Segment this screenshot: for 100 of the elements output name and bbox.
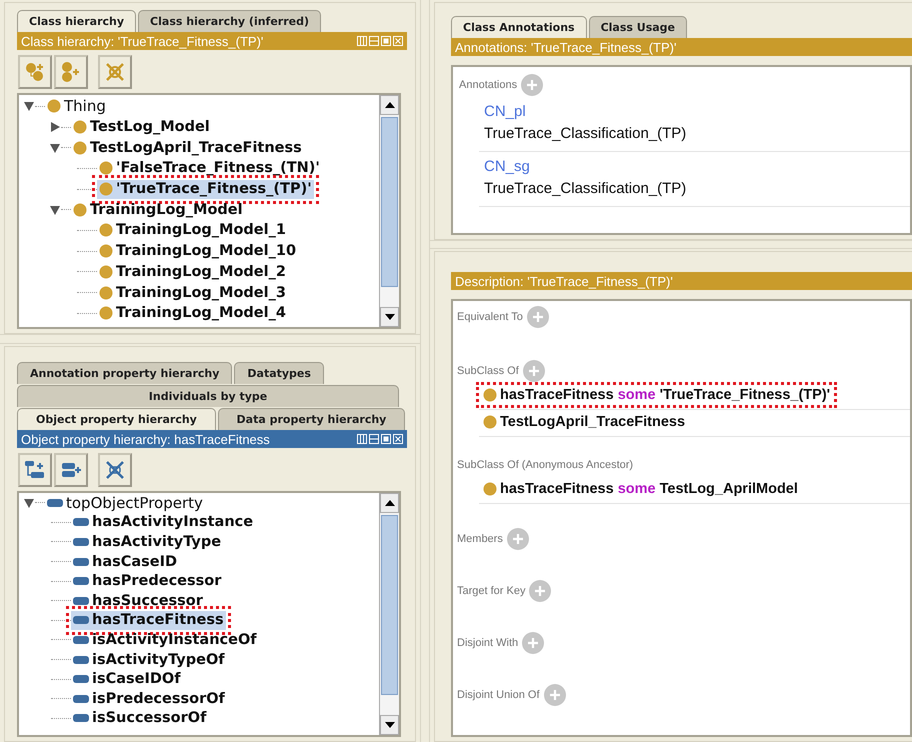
tree-item[interactable]: hasActivityInstance xyxy=(71,512,256,532)
class-icon xyxy=(99,161,113,176)
class-icon xyxy=(99,223,113,238)
axiom-row[interactable]: hasTraceFitness some 'TrueTrace_Fitness_(TP)' xyxy=(476,382,838,408)
scroll-down-button[interactable] xyxy=(380,307,399,327)
add-button[interactable] xyxy=(522,360,545,382)
tree-item[interactable]: hasTraceFitness xyxy=(71,610,226,630)
tab[interactable]: Data property hierarchy xyxy=(218,408,405,430)
scroll-thumb[interactable] xyxy=(381,117,398,287)
tree-item[interactable]: isCaseIDOf xyxy=(71,670,183,689)
tree-item[interactable]: TrainingLog_Model_1 xyxy=(97,220,288,240)
property-icon xyxy=(73,634,89,645)
section-label: SubClass Of (Anonymous Ancestor) xyxy=(457,459,634,471)
section-label: Annotations xyxy=(459,79,518,91)
collapse-icon[interactable] xyxy=(49,204,61,216)
tree-item[interactable]: topObjectProperty xyxy=(45,493,205,512)
add-button[interactable] xyxy=(522,632,544,654)
tree-item[interactable]: TrainingLog_Model xyxy=(71,200,245,220)
tree-item[interactable]: hasCaseID xyxy=(71,552,180,572)
tab[interactable]: Class hierarchy (inferred) xyxy=(138,10,322,32)
plus-icon xyxy=(526,79,538,91)
class-icon xyxy=(73,120,87,134)
collapse-icon[interactable] xyxy=(49,142,61,154)
tab[interactable]: Individuals by type xyxy=(17,385,399,407)
add-button[interactable] xyxy=(544,684,566,706)
add-sibling-button[interactable] xyxy=(54,453,88,487)
plus-icon xyxy=(512,533,524,545)
annotation-value: TrueTrace_Classification_(TP) xyxy=(484,179,686,199)
property-icon xyxy=(73,694,89,704)
add-subclass-button[interactable] xyxy=(18,55,52,89)
tree-item[interactable]: hasPredecessor xyxy=(71,572,224,591)
tree-item[interactable]: isActivityInstanceOf xyxy=(71,630,259,650)
tree-item[interactable]: isActivityTypeOf xyxy=(71,650,227,670)
section-label: SubClass Of xyxy=(457,365,519,377)
scroll-thumb[interactable] xyxy=(381,515,398,695)
delete-button[interactable] xyxy=(98,453,132,487)
add-button[interactable] xyxy=(521,74,544,96)
add-button[interactable] xyxy=(526,306,549,328)
scroll-up-button[interactable] xyxy=(380,95,399,115)
maximize-icon[interactable] xyxy=(381,434,391,444)
tree-item[interactable]: TestLog_Model xyxy=(71,118,212,137)
view-title: Description: 'TrueTrace_Fitness_(TP)' xyxy=(455,274,674,288)
property-icon xyxy=(73,517,89,528)
tree-item[interactable]: 'FalseTrace_Fitness_(TN)' xyxy=(97,158,322,178)
tab[interactable]: Class Annotations xyxy=(451,16,587,38)
minimize-icon[interactable] xyxy=(369,434,379,444)
collapse-icon[interactable] xyxy=(23,496,35,509)
tree-item[interactable]: Thing xyxy=(45,96,108,116)
add-button[interactable] xyxy=(529,580,552,602)
axiom-row[interactable]: TestLogApril_TraceFitness xyxy=(476,409,692,435)
expand-icon[interactable] xyxy=(49,121,61,134)
annotation-value: TrueTrace_Classification_(TP) xyxy=(484,124,686,144)
tree-item[interactable]: TrainingLog_Model_10 xyxy=(97,242,298,261)
property-icon xyxy=(47,498,63,508)
split-view-icon[interactable] xyxy=(357,434,367,444)
tree-item[interactable]: isSuccessorOf xyxy=(71,708,208,728)
tree-item[interactable]: TrainingLog_Model_4 xyxy=(97,304,288,323)
class-icon xyxy=(99,264,113,279)
delete-button[interactable] xyxy=(98,55,132,89)
tab[interactable]: Annotation property hierarchy xyxy=(17,362,232,384)
scroll-down-button[interactable] xyxy=(380,715,399,735)
minimize-icon[interactable] xyxy=(369,36,379,46)
scrollbar[interactable] xyxy=(379,493,399,735)
up-arrow-icon xyxy=(384,500,394,506)
view-title: Class hierarchy: 'TrueTrace_Fitness_(TP)' xyxy=(21,34,264,48)
property-icon xyxy=(73,576,89,586)
tab[interactable]: Object property hierarchy xyxy=(17,408,216,430)
split-view-icon[interactable] xyxy=(357,36,367,46)
close-icon[interactable] xyxy=(393,36,403,46)
add-sibling-button[interactable] xyxy=(54,55,88,89)
tree-item[interactable]: hasActivityType xyxy=(71,532,224,552)
down-arrow-icon xyxy=(384,722,394,728)
tab[interactable]: Class hierarchy xyxy=(17,10,136,32)
collapse-icon[interactable] xyxy=(23,100,35,112)
delete-icon xyxy=(104,459,126,481)
tree-item[interactable]: TrainingLog_Model_2 xyxy=(97,262,288,282)
property-icon xyxy=(73,556,89,567)
tree-item[interactable]: hasSuccessor xyxy=(71,591,205,610)
axiom-row[interactable]: hasTraceFitness some TestLog_AprilModel xyxy=(476,476,805,502)
add-subproperty-button[interactable] xyxy=(18,453,52,487)
class-icon xyxy=(99,306,113,320)
annotation-property-link[interactable]: CN_sg xyxy=(484,156,530,178)
class-icon xyxy=(99,286,113,300)
tree-item[interactable]: TestLogApril_TraceFitness xyxy=(71,138,304,158)
scrollbar[interactable] xyxy=(379,95,399,327)
property-icon xyxy=(73,674,89,684)
class-icon xyxy=(73,202,87,217)
maximize-icon[interactable] xyxy=(381,36,391,46)
tree-item[interactable]: TrainingLog_Model_3 xyxy=(97,283,288,302)
tab[interactable]: Datatypes xyxy=(234,362,324,384)
scroll-up-button[interactable] xyxy=(380,493,399,513)
tree-item[interactable]: isPredecessorOf xyxy=(71,689,227,708)
add-button[interactable] xyxy=(506,528,529,550)
property-icon xyxy=(73,615,89,626)
annotation-property-link[interactable]: CN_pl xyxy=(484,101,526,123)
close-icon[interactable] xyxy=(393,434,403,444)
class-icon xyxy=(47,99,61,114)
tab[interactable]: Class Usage xyxy=(588,16,688,38)
tree-item[interactable]: 'TrueTrace_Fitness_(TP)' xyxy=(97,180,314,199)
class-icon xyxy=(99,182,113,196)
